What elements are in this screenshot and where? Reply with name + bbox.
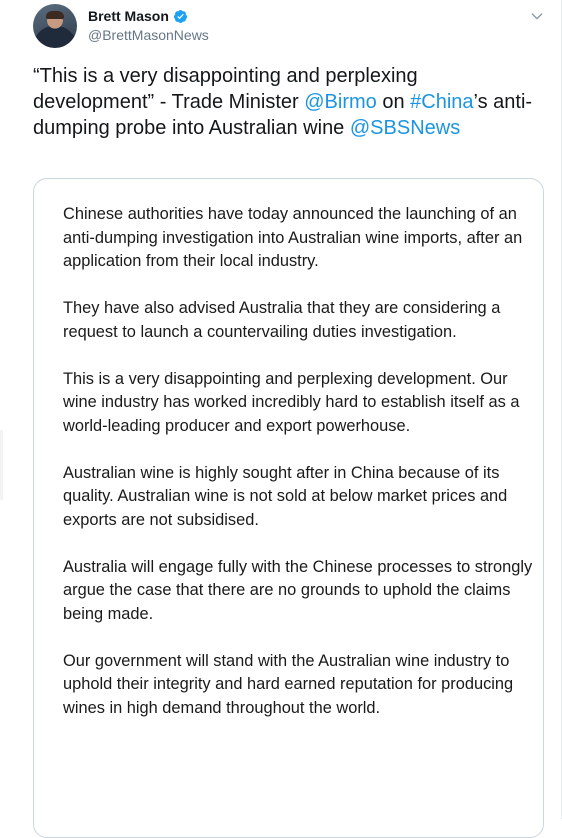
statement-paragraph: They have also advised Australia that th…	[63, 299, 501, 341]
mention-link-sbsnews[interactable]: @SBSNews	[350, 117, 460, 139]
tweet-text-segment: on	[376, 91, 411, 113]
verified-badge-icon	[173, 9, 188, 24]
statement-paragraph: Australian wine is highly sought after i…	[63, 463, 508, 529]
author-name-row: Brett Mason	[88, 8, 188, 24]
avatar[interactable]	[33, 4, 77, 48]
author-handle[interactable]: @BrettMasonNews	[88, 27, 209, 43]
mention-link-birmo[interactable]: @Birmo	[304, 91, 377, 113]
statement-paragraph: This is a very disappointing and perplex…	[63, 369, 520, 435]
left-edge-shadow	[0, 430, 3, 500]
avatar-hair	[46, 11, 64, 19]
statement-paragraph: Australia will engage fully with the Chi…	[63, 557, 533, 623]
statement-paragraph: Chinese authorities have today announced…	[63, 205, 523, 270]
image-statement-text: Chinese authorities have today announced…	[63, 203, 533, 744]
author-display-name[interactable]: Brett Mason	[88, 8, 169, 24]
chevron-down-icon[interactable]	[527, 6, 547, 26]
hashtag-link-china[interactable]: #China	[410, 91, 473, 113]
statement-paragraph: Our government will stand with the Austr…	[63, 651, 514, 717]
tweet: Brett Mason @BrettMasonNews “This is a v…	[0, 0, 562, 838]
tweet-text: “This is a very disappointing and perple…	[33, 63, 543, 141]
tweet-image[interactable]: Chinese authorities have today announced…	[33, 178, 544, 838]
